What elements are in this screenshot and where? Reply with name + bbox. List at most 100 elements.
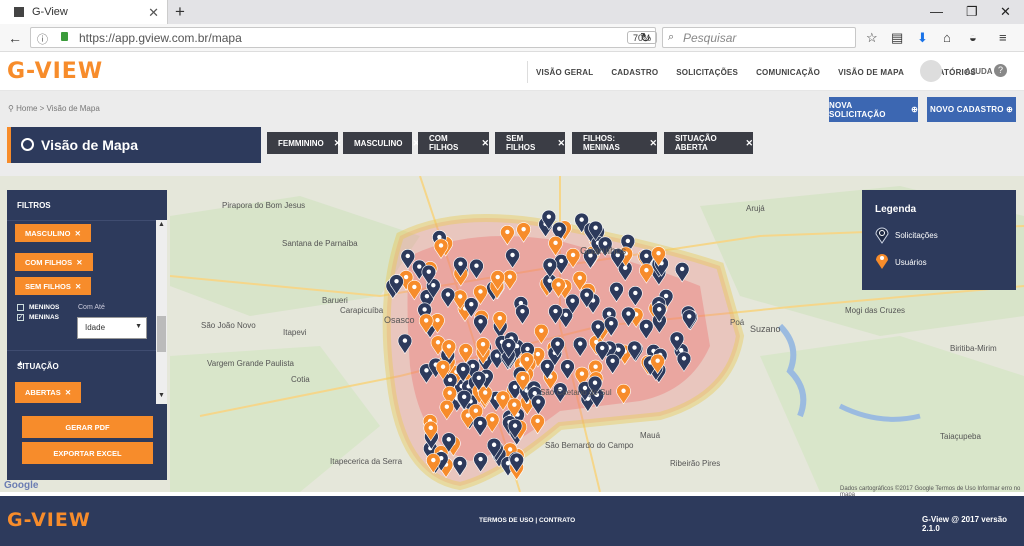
filter-chip[interactable]: FILHOS: MENINAS ✕ — [572, 132, 657, 154]
scroll-thumb[interactable] — [157, 316, 166, 352]
minimize-icon[interactable]: — — [930, 4, 943, 19]
new-request-button[interactable]: NOVA SOLICITAÇÃO ⊕ — [829, 97, 918, 122]
marker-dot — [446, 437, 451, 442]
bookmark-star-icon[interactable]: ☆ — [866, 30, 878, 46]
help-label[interactable]: AJUDA — [965, 67, 993, 76]
app-logo[interactable]: G-VIEW — [7, 59, 103, 84]
new-register-button[interactable]: NOVO CADASTRO ⊕ — [927, 97, 1016, 122]
export-excel-button[interactable]: EXPORTAR EXCEL — [22, 442, 153, 464]
scroll-down-icon[interactable]: ▼ — [158, 392, 165, 399]
nav-cadastro[interactable]: CADASTRO — [611, 68, 658, 77]
breadcrumb-text[interactable]: Home > Visão de Mapa — [16, 104, 100, 113]
marker-dot — [477, 420, 483, 426]
home-icon[interactable]: ⌂ — [943, 30, 951, 45]
url-text: https://app.gview.com.br/mapa — [79, 30, 242, 45]
close-tab-icon[interactable]: ✕ — [148, 5, 159, 21]
nav-visao-de-mapa[interactable]: VISÃO DE MAPA — [838, 68, 904, 77]
generate-pdf-button[interactable]: GERAR PDF — [22, 416, 153, 438]
chevron-up-icon[interactable]: ▲ — [17, 360, 151, 367]
close-icon[interactable]: ✕ — [65, 388, 71, 397]
marker-dot — [478, 319, 483, 324]
pocket-icon[interactable]: ◒ — [969, 30, 977, 45]
marker-dot — [506, 342, 511, 348]
address-bar[interactable]: ⓘ https://app.gview.com.br/mapa 70% — [30, 27, 657, 48]
close-icon[interactable]: ✕ — [649, 138, 657, 149]
download-icon[interactable]: ⬇ — [917, 30, 928, 46]
nav-comunicacao[interactable]: COMUNICAÇÃO — [756, 68, 820, 77]
marker-dot — [478, 289, 483, 294]
close-icon[interactable]: ✕ — [745, 138, 753, 149]
google-logo[interactable]: Google — [4, 480, 38, 491]
scroll-up-icon[interactable]: ▲ — [158, 221, 165, 228]
filter-chip[interactable]: FEMMININO ✕ — [267, 132, 341, 154]
map-label: Cotia — [291, 375, 310, 384]
search-icon: ⌕ — [668, 31, 675, 43]
filter-chip[interactable]: SEM FILHOS ✕ — [495, 132, 565, 154]
marker-dot — [476, 375, 482, 381]
filters-list[interactable]: MASCULINO ✕ COM FILHOS ✕ SEM FILHOS ✕ ME… — [7, 220, 156, 408]
close-icon[interactable]: ✕ — [75, 229, 81, 238]
close-icon[interactable]: ✕ — [481, 138, 489, 149]
marker-dot — [457, 460, 463, 466]
search-placeholder: Pesquisar — [683, 30, 737, 45]
marker-dot — [521, 226, 526, 232]
age-select-value: Idade — [85, 323, 106, 332]
search-box[interactable]: ⌕ Pesquisar — [662, 27, 856, 48]
close-icon[interactable]: ✕ — [334, 138, 342, 149]
user-pin-icon — [876, 254, 888, 269]
back-icon[interactable]: ← — [8, 30, 22, 46]
filter-chip[interactable]: COM FILHOS ✕ — [418, 132, 489, 154]
filter-chip[interactable]: MASCULINO ✕ — [343, 132, 420, 154]
filters-title: FILTROS — [17, 201, 51, 210]
map-label: Barueri — [322, 296, 348, 305]
map-label: Ribeirão Pires — [670, 459, 720, 468]
filter-tag-com-filhos[interactable]: COM FILHOS ✕ — [15, 253, 93, 271]
marker-dot — [469, 301, 474, 307]
marker-dot — [470, 363, 475, 369]
reading-list-icon[interactable]: ▤ — [891, 30, 903, 46]
checkbox-meninas[interactable]: ✓ — [17, 314, 24, 321]
age-select[interactable]: Idade ▼ — [77, 317, 147, 339]
map-label: São Caetano do Sul — [540, 388, 612, 397]
map-label: Santana de Parnaíba — [282, 239, 358, 248]
chip-label: MASCULINO — [354, 138, 403, 148]
close-icon[interactable]: ✕ — [557, 138, 565, 149]
filter-tag-abertas[interactable]: ABERTAS ✕ — [15, 382, 82, 403]
situation-section[interactable]: SITUAÇÃO ▲ — [7, 350, 156, 375]
reload-icon[interactable]: ↻ — [640, 30, 651, 46]
map-label: Vargem Grande Paulista — [207, 359, 295, 368]
restore-icon[interactable]: ❐ — [966, 4, 978, 20]
marker-dot — [547, 262, 553, 267]
new-tab-icon[interactable]: + — [175, 2, 185, 22]
close-icon[interactable]: ✕ — [76, 258, 82, 267]
footer-logo: G-VIEW — [7, 509, 91, 531]
filters-scrollbar[interactable]: ▲ ▼ — [156, 220, 167, 404]
close-window-icon[interactable]: ✕ — [1000, 4, 1011, 20]
marker-dot — [480, 341, 486, 347]
marker-dot — [621, 388, 626, 393]
browser-tab[interactable]: G-View ✕ — [0, 0, 168, 24]
marker-dot — [444, 404, 450, 409]
age-label: Com Até — [78, 304, 105, 311]
marker-dot — [592, 380, 598, 385]
footer-links[interactable]: TERMOS DE USO | CONTRATO — [479, 517, 575, 524]
marker-dot — [403, 274, 409, 280]
filter-chip[interactable]: SITUAÇÃO ABERTA ✕ — [664, 132, 753, 154]
info-icon[interactable]: ⓘ — [37, 31, 48, 47]
chevron-down-icon: ▼ — [135, 323, 142, 330]
marker-dot — [570, 298, 575, 303]
nav-solicitacoes[interactable]: SOLICITAÇÕES — [676, 68, 738, 77]
chip-label: FILHOS: MENINAS — [583, 134, 620, 152]
marker-dot — [431, 283, 436, 288]
close-icon[interactable]: ✕ — [75, 282, 81, 291]
checkbox-meninos[interactable] — [17, 304, 24, 311]
nav-visao-geral[interactable]: VISÃO GERAL — [536, 68, 593, 77]
menu-icon[interactable]: ≡ — [999, 30, 1007, 45]
marker-dot — [535, 418, 540, 424]
help-icon[interactable]: ? — [994, 64, 1007, 77]
avatar[interactable] — [920, 60, 942, 82]
marker-dot — [460, 366, 466, 372]
filter-tag-sem-filhos[interactable]: SEM FILHOS ✕ — [15, 277, 92, 295]
marker-dot — [428, 425, 433, 431]
filter-tag-masculino[interactable]: MASCULINO ✕ — [15, 224, 91, 242]
